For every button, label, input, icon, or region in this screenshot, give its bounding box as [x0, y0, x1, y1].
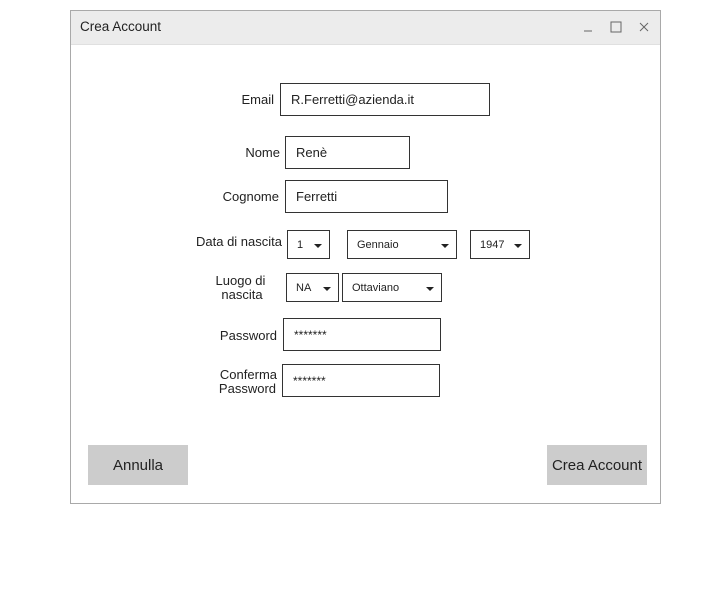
data-nascita-label: Data di nascita [196, 234, 282, 249]
nome-label: Nome [245, 145, 280, 160]
password-label: Password [219, 328, 277, 343]
close-icon[interactable] [636, 19, 652, 35]
minimize-icon[interactable] [580, 19, 596, 35]
luogo-label-line1: Luogo di [215, 273, 266, 288]
title-bar: Crea Account [71, 11, 660, 45]
luogo-label-line2: nascita [221, 287, 263, 302]
province-value: NA [296, 281, 312, 294]
day-select[interactable]: 1 [287, 230, 330, 259]
cognome-label: Cognome [222, 189, 279, 204]
maximize-icon[interactable] [608, 19, 624, 35]
conferma-label-line2: Password [218, 381, 276, 396]
password-field[interactable]: ******* [283, 318, 441, 351]
create-account-button[interactable]: Crea Account [547, 445, 647, 485]
day-value: 1 [297, 238, 304, 251]
year-select[interactable]: 1947 [470, 230, 530, 259]
chevron-down-icon [314, 243, 322, 248]
window-title: Crea Account [80, 19, 162, 34]
city-select[interactable]: Ottaviano [342, 273, 442, 302]
chevron-down-icon [514, 243, 522, 248]
month-select[interactable]: Gennaio [347, 230, 457, 259]
year-value: 1947 [480, 238, 505, 251]
email-label: Email [241, 92, 274, 107]
cancel-button[interactable]: Annulla [88, 445, 188, 485]
chevron-down-icon [323, 286, 331, 291]
email-field[interactable]: R.Ferretti@azienda.it [280, 83, 490, 116]
chevron-down-icon [441, 243, 449, 248]
month-value: Gennaio [357, 238, 399, 251]
city-value: Ottaviano [352, 281, 400, 294]
cognome-field[interactable]: Ferretti [285, 180, 448, 213]
conferma-label-line1: Conferma [219, 367, 277, 382]
province-select[interactable]: NA [286, 273, 339, 302]
chevron-down-icon [426, 286, 434, 291]
nome-field[interactable]: Renè [285, 136, 410, 169]
conferma-password-field[interactable]: ******* [282, 364, 440, 397]
